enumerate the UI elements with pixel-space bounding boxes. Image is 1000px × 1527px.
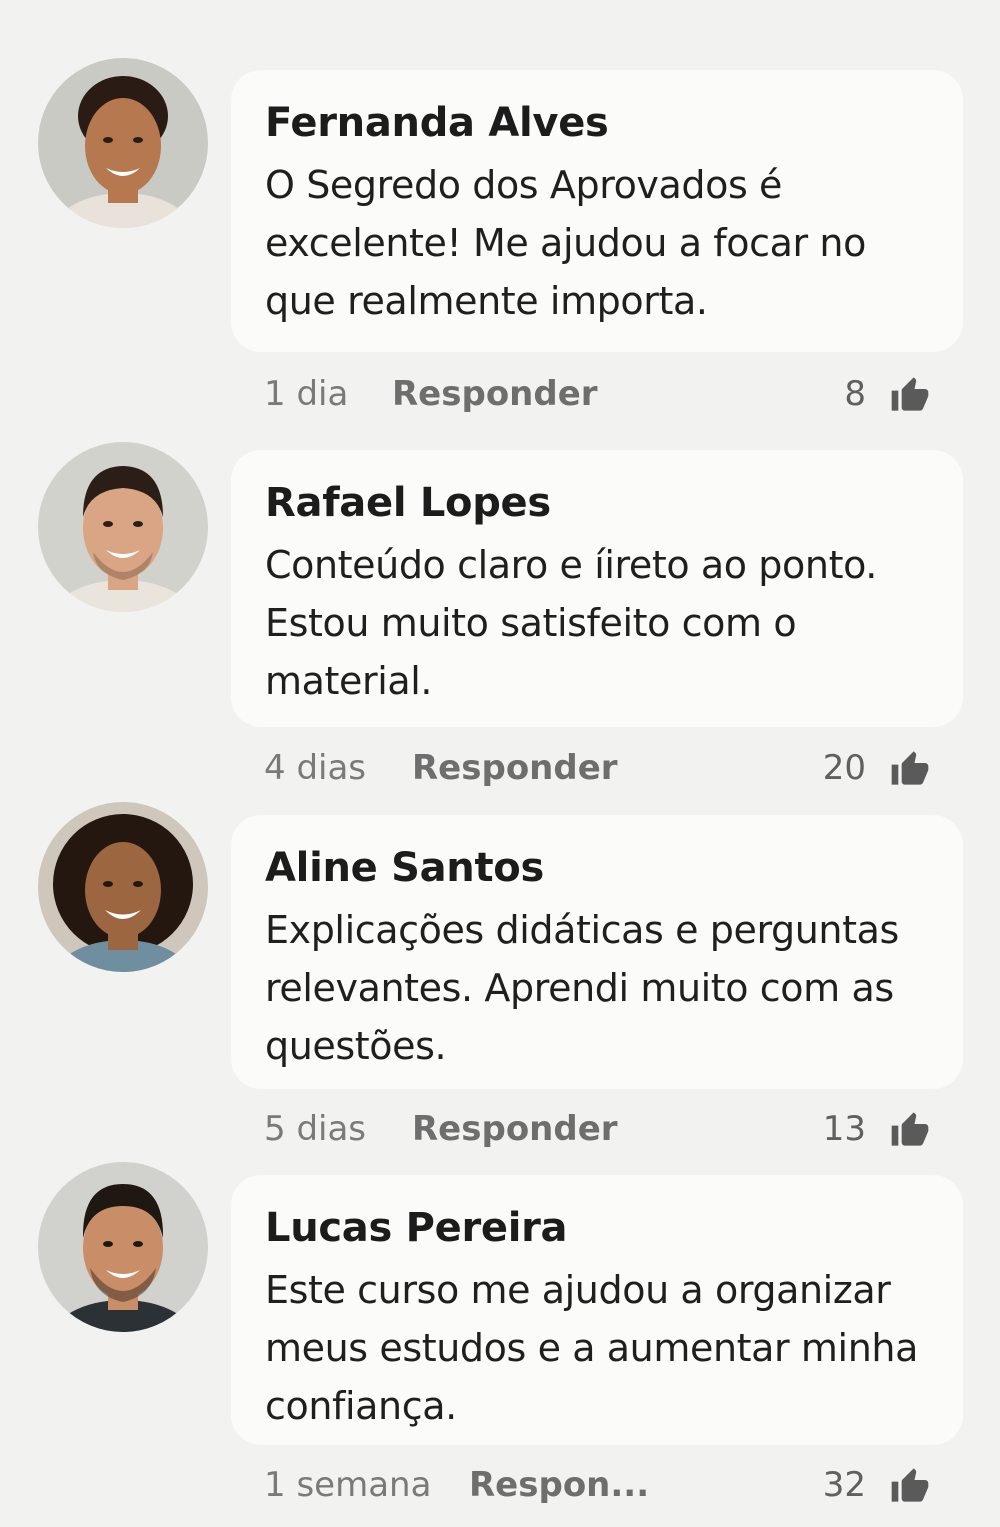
thumbs-up-icon[interactable]: [890, 374, 930, 414]
comment-time: 1 dia: [264, 374, 349, 414]
reply-button[interactable]: Responder: [412, 743, 618, 793]
thumbs-up-icon[interactable]: [890, 1109, 930, 1149]
avatar-portrait: [38, 802, 208, 972]
comment-time: 4 dias: [264, 748, 367, 788]
avatar[interactable]: [38, 58, 208, 228]
comment-author[interactable]: Aline Santos: [265, 839, 943, 897]
comment-author[interactable]: Fernanda Alves: [265, 94, 943, 152]
comment-text: O Segredo dos Aprovados é excelente! Me …: [265, 163, 866, 323]
comment-author[interactable]: Lucas Pereira: [265, 1199, 943, 1257]
like-count: 20: [822, 748, 866, 788]
avatar-portrait: [38, 1162, 208, 1332]
comment-bubble: Rafael Lopes Conteúdo claro e íireto ao …: [231, 450, 963, 727]
comment-meta: 1 semana Respon... 32: [264, 1460, 934, 1510]
avatar-portrait: [38, 58, 208, 228]
comment-meta: 4 dias Responder 20: [264, 743, 934, 793]
avatar[interactable]: [38, 802, 208, 972]
like-count: 13: [822, 1109, 866, 1149]
avatar[interactable]: [38, 442, 208, 612]
reply-button[interactable]: Responder: [392, 369, 598, 419]
reply-button[interactable]: Respon...: [469, 1460, 649, 1510]
comment-meta: 5 dias Responder 13: [264, 1104, 934, 1154]
comment-bubble: Lucas Pereira Este curso me ajudou a org…: [231, 1175, 963, 1445]
comment-time: 1 semana: [264, 1465, 432, 1505]
reply-button[interactable]: Responder: [412, 1104, 618, 1154]
thumbs-up-icon[interactable]: [890, 748, 930, 788]
comment-time: 5 dias: [264, 1109, 367, 1149]
avatar-portrait: [38, 442, 208, 612]
comment-text: Conteúdo claro e íireto ao ponto. Estou …: [265, 543, 877, 703]
thumbs-up-icon[interactable]: [890, 1465, 930, 1505]
comment-text: Este curso me ajudou a organizar meus es…: [265, 1268, 918, 1428]
comment-meta: 1 dia Responder 8: [264, 369, 934, 419]
comment-text: Explicações didáticas e perguntas releva…: [265, 908, 899, 1068]
avatar[interactable]: [38, 1162, 208, 1332]
comment-bubble: Fernanda Alves O Segredo dos Aprovados é…: [231, 70, 963, 352]
like-count: 32: [822, 1465, 866, 1505]
comment-author[interactable]: Rafael Lopes: [265, 474, 943, 532]
comment-bubble: Aline Santos Explicações didáticas e per…: [231, 815, 963, 1089]
like-count: 8: [844, 374, 866, 414]
